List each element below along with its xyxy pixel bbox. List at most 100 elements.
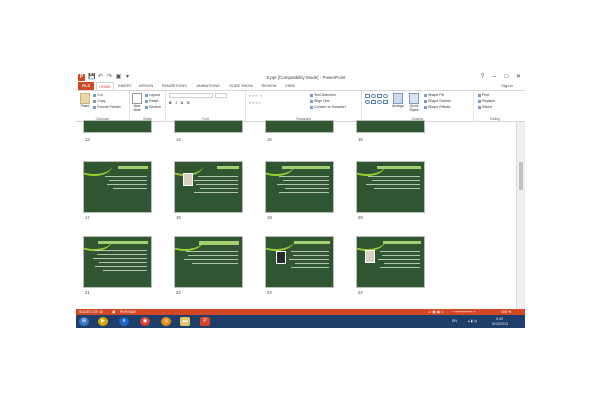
- tray-icons[interactable]: ▴ ▮ ◂): [468, 315, 477, 328]
- align-text-button[interactable]: Align Text: [310, 99, 330, 103]
- align-buttons[interactable]: ≡ ≡ ≡ ≡: [249, 101, 260, 105]
- slide-thumbnail[interactable]: [83, 236, 152, 288]
- find-label: Find: [482, 93, 489, 97]
- slide-text-line: [378, 259, 420, 260]
- brush-icon: [93, 105, 96, 109]
- new-slide-button[interactable]: New Slide: [131, 93, 143, 112]
- start-button-icon[interactable]: ⊞: [79, 317, 89, 326]
- close-button[interactable]: ✕: [514, 73, 523, 81]
- slide-text-line: [279, 176, 329, 177]
- shape-outline-label: Shape Outline: [428, 99, 451, 103]
- find-button[interactable]: Find: [478, 93, 489, 97]
- slide-number: 21: [85, 290, 90, 295]
- shape-effects-button[interactable]: Shape Effects: [424, 105, 450, 109]
- slide-text-line: [93, 258, 147, 259]
- tray-date[interactable]: 9/13/2013: [492, 321, 508, 327]
- slide-number: 13: [85, 137, 90, 142]
- slide-thumbnail[interactable]: [174, 236, 243, 288]
- slide-thumbnail[interactable]: [356, 120, 425, 133]
- list-buttons[interactable]: ≡ ≡ ⇤ ⇥: [249, 94, 262, 98]
- tab-view[interactable]: VIEW: [282, 82, 298, 90]
- copy-label: Copy: [97, 99, 106, 103]
- slide-text-line: [289, 259, 329, 260]
- section-icon: [145, 105, 148, 109]
- slide-thumbnail[interactable]: [174, 161, 243, 213]
- convert-smartart-label: Convert to SmartArt: [314, 105, 346, 109]
- paste-button[interactable]: Paste: [78, 93, 92, 108]
- cut-button[interactable]: Cut: [93, 93, 103, 97]
- powerpoint-taskbar-icon[interactable]: P: [200, 317, 210, 326]
- internet-explorer-icon[interactable]: e: [119, 317, 129, 326]
- slide-number: 15: [267, 137, 272, 142]
- tab-home[interactable]: HOME: [96, 82, 114, 90]
- slide-thumbnail[interactable]: [83, 161, 152, 213]
- scrollbar-thumb[interactable]: [519, 162, 523, 190]
- tray-language[interactable]: EN: [452, 315, 457, 328]
- undo-icon[interactable]: ↶: [97, 74, 104, 81]
- help-button[interactable]: ?: [478, 73, 487, 81]
- font-format-buttons[interactable]: B I U S: [169, 101, 191, 105]
- vertical-scrollbar[interactable]: [516, 122, 525, 309]
- slide-text-line: [186, 251, 238, 252]
- tab-slide-show[interactable]: SLIDE SHOW: [226, 82, 256, 90]
- restore-button[interactable]: □: [502, 73, 511, 81]
- slide-thumbnail[interactable]: [174, 120, 243, 133]
- minimize-button[interactable]: –: [490, 73, 499, 81]
- slide-thumbnail[interactable]: [83, 120, 152, 133]
- tab-design[interactable]: DESIGN: [136, 82, 156, 90]
- cursor-icon: [478, 105, 481, 109]
- tab-animations[interactable]: ANIMATIONS: [192, 82, 224, 90]
- layout-button[interactable]: Layout: [145, 93, 160, 97]
- customize-qat-icon[interactable]: ▾: [124, 74, 131, 81]
- replace-button[interactable]: Replace: [478, 99, 495, 103]
- convert-smartart-button[interactable]: Convert to SmartArt: [310, 105, 346, 109]
- slide-text-line: [285, 188, 329, 189]
- editing-group: Find Replace Select Editing: [474, 91, 516, 121]
- paste-icon: [80, 93, 90, 104]
- windows-taskbar: ⊞ ▶ e ◉ ◎ ▬ P EN ▴ ▮ ◂) 5:40 9/13/2013: [76, 315, 525, 328]
- slide-thumbnail[interactable]: [265, 161, 334, 213]
- reset-button[interactable]: Reset: [145, 99, 158, 103]
- slide-text-line: [380, 267, 420, 268]
- tab-review[interactable]: REVIEW: [258, 82, 280, 90]
- start-slideshow-icon[interactable]: ▣: [115, 74, 122, 81]
- font-size-combo[interactable]: [215, 93, 227, 98]
- slide-text-line: [380, 251, 420, 252]
- slide-number: 19: [267, 215, 272, 220]
- slide-thumbnail[interactable]: [356, 236, 425, 288]
- shape-fill-button[interactable]: Shape Fill: [424, 93, 444, 97]
- file-explorer-icon[interactable]: ▬: [180, 317, 190, 326]
- slide-text-line: [113, 188, 147, 189]
- slide-thumbnail[interactable]: [265, 120, 334, 133]
- select-button[interactable]: Select: [478, 105, 492, 109]
- slide-thumbnail[interactable]: [265, 236, 334, 288]
- effects-icon: [424, 105, 427, 109]
- slide-text-line: [295, 263, 329, 264]
- firefox-icon[interactable]: ◎: [161, 317, 171, 326]
- tab-insert[interactable]: INSERT: [116, 82, 134, 90]
- quick-styles-button[interactable]: Quick Styles: [407, 93, 421, 112]
- arrange-button[interactable]: Arrange: [391, 93, 405, 108]
- text-direction-button[interactable]: Text Direction: [310, 93, 336, 97]
- sign-in-link[interactable]: Sign in: [496, 82, 518, 90]
- section-button[interactable]: Section: [145, 105, 161, 109]
- font-name-combo[interactable]: [169, 93, 213, 98]
- slide-text-line: [200, 188, 238, 189]
- slide-text-line: [103, 270, 147, 271]
- text-direction-label: Text Direction: [314, 93, 336, 97]
- chrome-icon[interactable]: ◉: [140, 317, 150, 326]
- tab-file[interactable]: FILE: [78, 82, 94, 90]
- format-painter-button[interactable]: Format Painter: [93, 105, 121, 109]
- slide-thumbnail[interactable]: [356, 161, 425, 213]
- tab-transitions[interactable]: TRANSITIONS: [158, 82, 190, 90]
- slide-text-line: [384, 263, 420, 264]
- paragraph-group: ≡ ≡ ⇤ ⇥ ≡ ≡ ≡ ≡ Text Direction Align Tex…: [246, 91, 362, 121]
- copy-button[interactable]: Copy: [93, 99, 105, 103]
- section-label: Section: [149, 105, 161, 109]
- title-bar: P 💾 ↶ ↷ ▣ ▾ 5.ppt [Compatibility Mode] -…: [76, 73, 525, 82]
- media-player-icon[interactable]: ▶: [98, 317, 108, 326]
- slide-text-line: [95, 266, 147, 267]
- shape-outline-button[interactable]: Shape Outline: [424, 99, 451, 103]
- redo-icon[interactable]: ↷: [106, 74, 113, 81]
- save-icon[interactable]: 💾: [88, 74, 95, 81]
